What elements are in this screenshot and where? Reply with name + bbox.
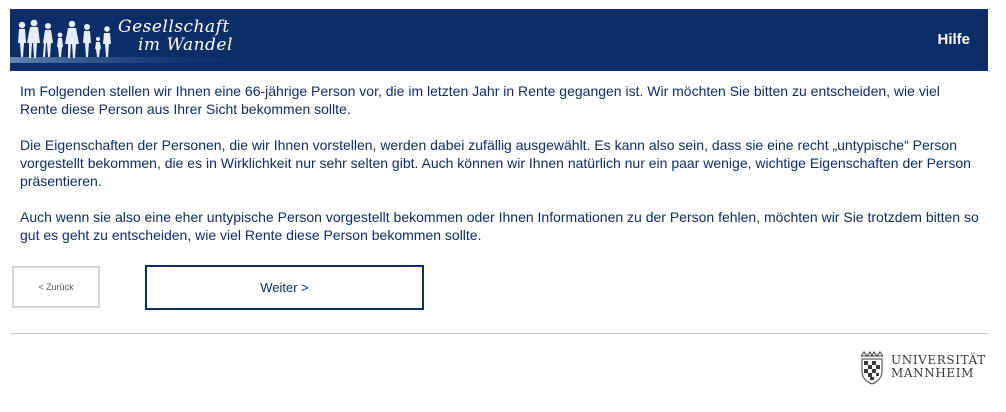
header-bar: Gesellschaft im Wandel Hilfe	[10, 9, 988, 71]
intro-paragraph-2: Die Eigenschaften der Personen, die wir …	[20, 137, 971, 189]
logo-title-line1: Gesellschaft	[118, 17, 230, 37]
help-link[interactable]: Hilfe	[937, 31, 970, 48]
intro-text: Im Folgenden stellen wir Ihnen eine 66-j…	[20, 82, 980, 262]
logo-text: Gesellschaft im Wandel	[118, 18, 233, 54]
university-name: UNIVERSITÄT MANNHEIM	[891, 354, 986, 380]
next-button[interactable]: Weiter >	[145, 265, 424, 310]
university-line2: MANNHEIM	[891, 366, 975, 380]
logo-title-line2: im Wandel	[138, 35, 233, 55]
intro-paragraph-3: Auch wenn sie also eine eher untypische …	[20, 209, 979, 243]
gesellschaft-im-wandel-logo: Gesellschaft im Wandel	[10, 9, 260, 71]
intro-paragraph-1: Im Folgenden stellen wir Ihnen eine 66-j…	[20, 83, 940, 117]
footer-divider	[10, 333, 988, 334]
universitaet-mannheim-logo: UNIVERSITÄT MANNHEIM	[857, 350, 992, 386]
back-button[interactable]: < Zurück	[12, 266, 100, 308]
mannheim-seal-icon	[860, 351, 884, 385]
